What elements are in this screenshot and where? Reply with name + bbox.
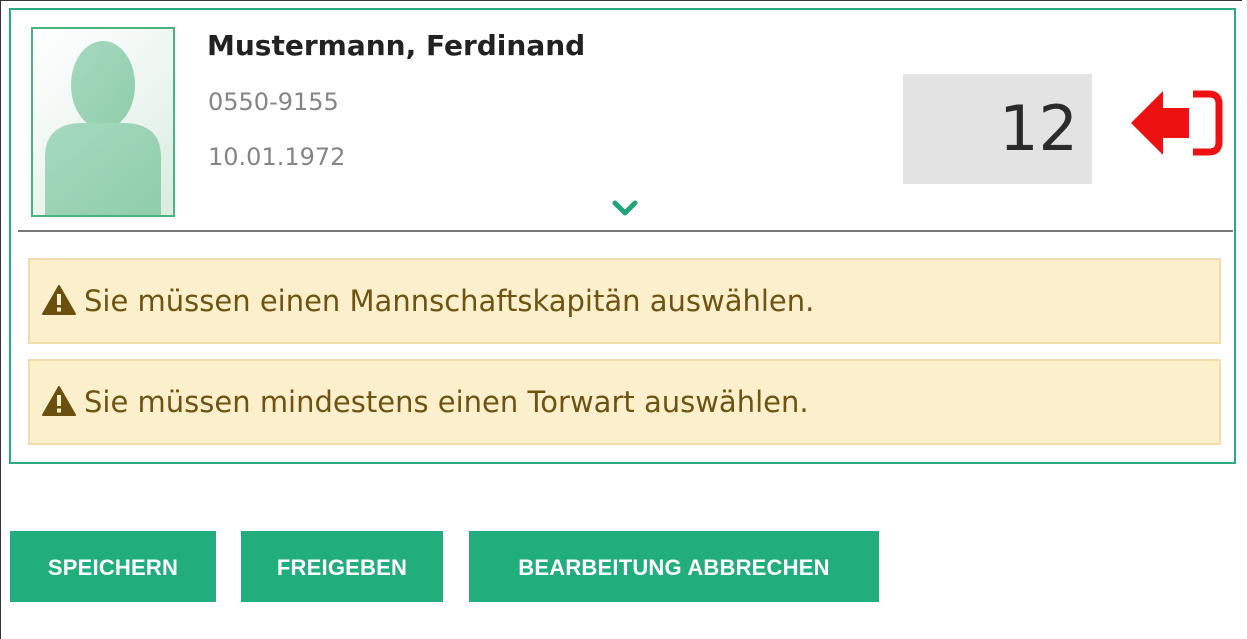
frame-left-border	[0, 0, 1, 639]
chevron-down-icon[interactable]	[612, 200, 638, 218]
release-button[interactable]: FREIGEBEN	[241, 531, 443, 602]
person-silhouette-icon	[45, 41, 161, 215]
player-name: Mustermann, Ferdinand	[207, 29, 586, 62]
player-id-number: 0550-9155	[208, 88, 339, 116]
warning-captain: Sie müssen einen Mannschaftskapitän ausw…	[28, 258, 1221, 344]
warning-text: Sie müssen einen Mannschaftskapitän ausw…	[84, 284, 815, 318]
warning-text: Sie müssen mindestens einen Torwart ausw…	[84, 385, 809, 419]
frame-top-border	[0, 0, 1242, 1]
divider	[18, 230, 1233, 232]
player-birth-date: 10.01.1972	[208, 143, 346, 171]
shirt-number[interactable]: 12	[903, 74, 1092, 184]
warning-goalkeeper: Sie müssen mindestens einen Torwart ausw…	[28, 359, 1221, 445]
player-card: Mustermann, Ferdinand 0550-9155 10.01.19…	[9, 8, 1236, 464]
avatar	[31, 27, 175, 217]
save-button[interactable]: SPEICHERN	[10, 531, 216, 602]
cancel-editing-button[interactable]: BEARBEITUNG ABBRECHEN	[469, 531, 879, 602]
warning-triangle-icon	[42, 285, 76, 315]
warning-triangle-icon	[42, 386, 76, 416]
sign-out-icon[interactable]	[1131, 88, 1223, 158]
